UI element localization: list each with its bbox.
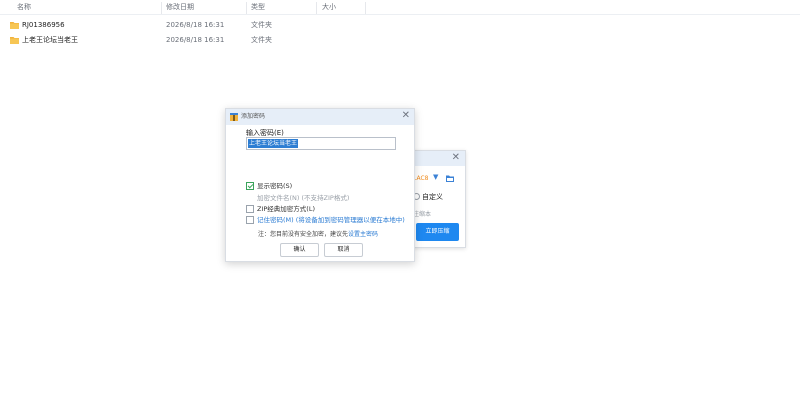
file-name: 上老王论坛当老王: [22, 36, 78, 44]
encrypt-filenames-label: 加密文件名(N) (不支持ZIP格式): [257, 194, 350, 202]
archive-icon: [230, 113, 238, 121]
password-input[interactable]: 上老王论坛当老王: [246, 137, 396, 150]
zip-classic-label: ZIP经典加密方式(L): [257, 205, 315, 213]
folder-icon: [10, 22, 19, 29]
note-text: 您目前没有安全加密，建议先: [270, 231, 349, 238]
remember-password-label: 记住密码(M) (将设备加到密码管理器以便在本地中): [257, 216, 405, 224]
show-password-checkbox[interactable]: [246, 182, 254, 190]
file-date: 2026/8/18 16:31: [166, 21, 225, 29]
format-combo-value[interactable]: LAC8: [413, 175, 429, 182]
column-divider[interactable]: [365, 2, 366, 14]
close-icon[interactable]: ✕: [402, 110, 410, 121]
column-divider[interactable]: [161, 2, 162, 14]
column-divider[interactable]: [316, 2, 317, 14]
column-date-header[interactable]: 修改日期: [166, 0, 194, 15]
compress-hint: 注缩本: [413, 211, 432, 218]
column-name-header[interactable]: 名称: [17, 0, 31, 15]
dialog-title: 添加密码: [241, 113, 266, 120]
set-master-password-link[interactable]: 设置主密码: [348, 231, 378, 238]
show-password-label: 显示密码(S): [257, 182, 293, 190]
browse-folder-icon[interactable]: [446, 175, 454, 182]
remember-password-checkbox[interactable]: [246, 216, 254, 224]
confirm-button[interactable]: 确认: [280, 243, 319, 257]
custom-radio-label: 自定义: [422, 193, 443, 201]
file-row[interactable]: RJ01386956 2026/8/18 16:31 文件夹: [0, 18, 800, 33]
column-type-header[interactable]: 类型: [251, 0, 265, 15]
file-type: 文件夹: [251, 36, 272, 44]
folder-icon: [10, 37, 19, 44]
password-input-value: 上老王论坛当老王: [248, 139, 299, 148]
zip-classic-checkbox[interactable]: [246, 205, 254, 213]
close-icon[interactable]: ✕: [452, 152, 460, 163]
cancel-button[interactable]: 取消: [324, 243, 363, 257]
file-row[interactable]: 上老王论坛当老王 2026/8/18 16:31 文件夹: [0, 33, 800, 48]
dialog-titlebar: 添加密码 ✕: [226, 109, 414, 125]
column-divider[interactable]: [246, 2, 247, 14]
security-note: 注：您目前没有安全加密，建议先设置主密码: [258, 229, 378, 238]
compress-now-button[interactable]: 立即压缩: [416, 223, 459, 241]
file-date: 2026/8/18 16:31: [166, 36, 225, 44]
column-size-header[interactable]: 大小: [322, 0, 336, 15]
file-list-header: 名称 ⌃ 修改日期 类型 大小: [0, 0, 800, 15]
note-prefix: 注：: [258, 231, 271, 238]
add-password-dialog: 添加密码 ✕ 输入密码(E) 上老王论坛当老王 显示密码(S) 加密文件名(N)…: [225, 108, 415, 262]
file-name: RJ01386956: [22, 21, 65, 29]
file-type: 文件夹: [251, 21, 272, 29]
chevron-down-icon[interactable]: ▼: [433, 173, 438, 181]
sort-caret-icon: ⌃: [86, 0, 92, 5]
